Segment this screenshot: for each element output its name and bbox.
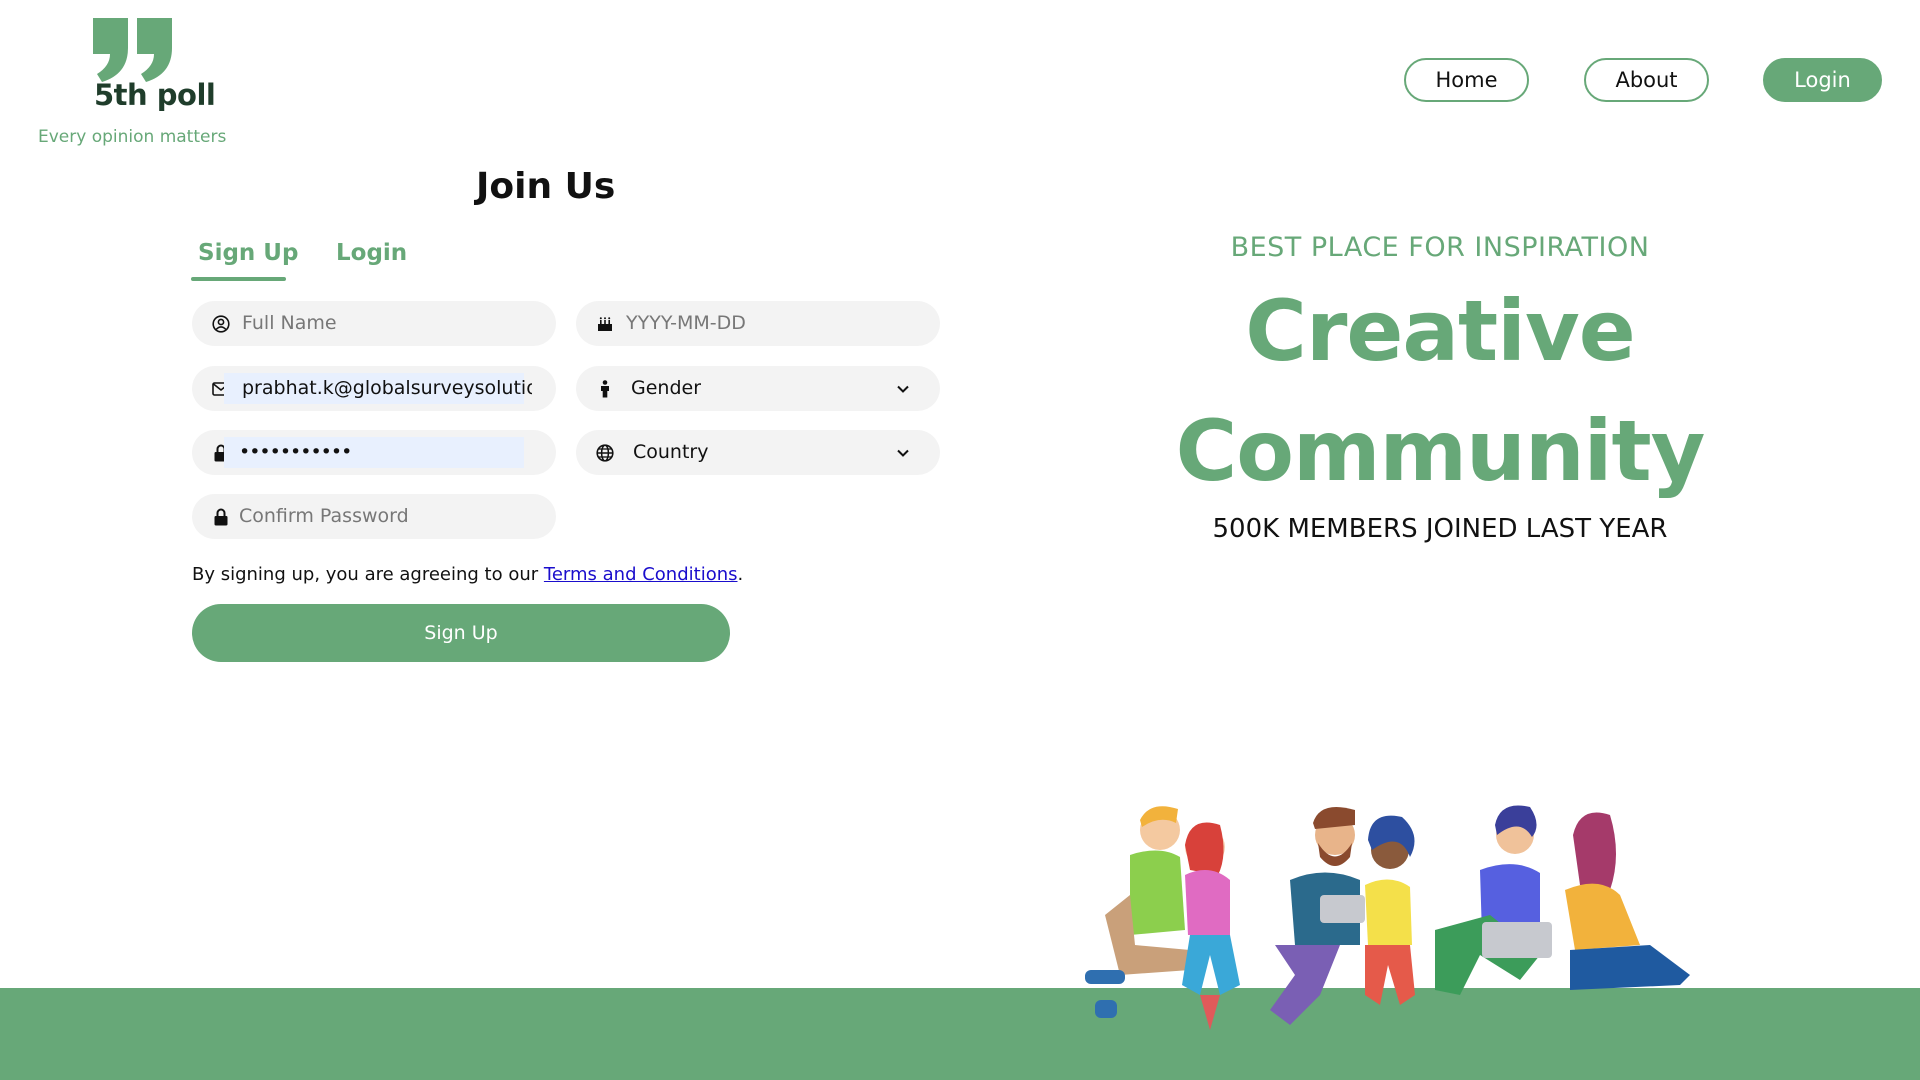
- cake-icon: [596, 315, 614, 333]
- tab-login[interactable]: Login: [336, 240, 407, 266]
- chevron-down-icon: [896, 381, 910, 400]
- gender-select[interactable]: Gender: [576, 366, 940, 411]
- person-figure: [1435, 805, 1552, 995]
- password-field[interactable]: •••••••••••: [192, 430, 556, 475]
- hero-headline-line-2: Community: [1175, 402, 1706, 500]
- password-input[interactable]: •••••••••••: [239, 430, 351, 475]
- nav-login-button[interactable]: Login: [1763, 58, 1882, 102]
- chevron-down-icon: [896, 445, 910, 464]
- hero-headline-line-1: Creative: [1245, 282, 1635, 380]
- nav-home-button[interactable]: Home: [1404, 58, 1529, 102]
- globe-icon: [596, 444, 614, 462]
- confirm-password-input[interactable]: Confirm Password: [239, 494, 409, 539]
- full-name-field[interactable]: Full Name: [192, 301, 556, 346]
- person-figure: [1365, 815, 1415, 1005]
- email-input[interactable]: prabhat.k@globalsurveysolution: [242, 366, 532, 411]
- quote-logo-icon: [93, 18, 172, 82]
- terms-suffix: .: [737, 564, 744, 585]
- tagline: Every opinion matters: [38, 127, 227, 147]
- nav-about-button[interactable]: About: [1584, 58, 1709, 102]
- user-circle-icon: [212, 315, 230, 333]
- logo: 5th poll: [92, 18, 216, 118]
- date-of-birth-field[interactable]: YYYY-MM-DD: [576, 301, 940, 346]
- form-title: Join Us: [476, 166, 616, 207]
- person-icon: [596, 380, 614, 398]
- tab-signup[interactable]: Sign Up: [198, 240, 298, 266]
- confirm-password-field[interactable]: Confirm Password: [192, 494, 556, 539]
- gender-value: Gender: [631, 377, 702, 399]
- hero-kicker: BEST PLACE FOR INSPIRATION: [1230, 232, 1650, 263]
- person-figure: [1182, 822, 1240, 1030]
- lock-icon: [212, 508, 230, 526]
- person-figure: [1085, 806, 1190, 1018]
- signup-button[interactable]: Sign Up: [192, 604, 730, 662]
- full-name-input[interactable]: Full Name: [242, 301, 337, 346]
- email-field[interactable]: prabhat.k@globalsurveysolution: [192, 366, 556, 411]
- terms-prefix: By signing up, you are agreeing to our: [192, 564, 544, 585]
- community-people-illustration: [1085, 805, 1690, 1030]
- person-figure: [1270, 806, 1365, 1025]
- dob-input[interactable]: YYYY-MM-DD: [626, 301, 746, 346]
- person-figure: [1565, 812, 1690, 990]
- terms-notice: By signing up, you are agreeing to our T…: [192, 564, 743, 585]
- brand-name: 5th poll: [94, 78, 216, 112]
- active-tab-indicator: [191, 277, 286, 281]
- country-select[interactable]: Country: [576, 430, 940, 475]
- terms-link[interactable]: Terms and Conditions: [544, 564, 738, 585]
- hero-members-stat: 500K MEMBERS JOINED LAST YEAR: [1212, 514, 1668, 544]
- country-value: Country: [633, 441, 709, 463]
